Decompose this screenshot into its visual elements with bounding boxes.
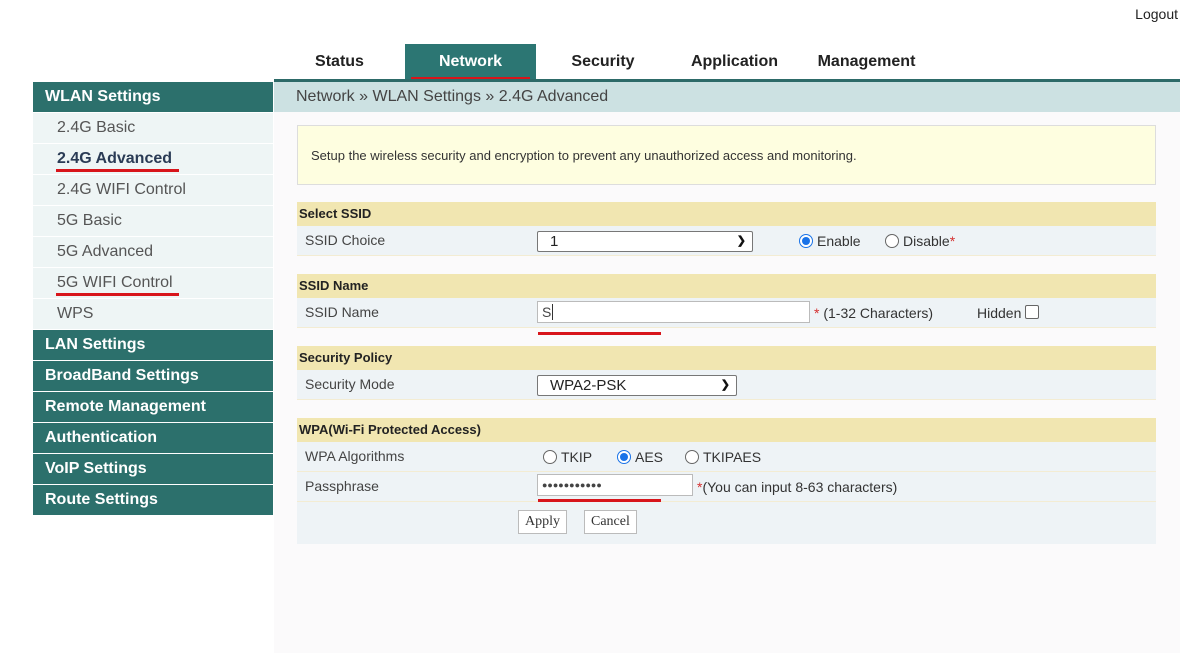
section-header-select-ssid: Select SSID xyxy=(297,202,1156,226)
passphrase-hint: *(You can input 8-63 characters) xyxy=(697,479,898,495)
sidebar-item-label: 5G Advanced xyxy=(57,243,154,260)
security-mode-value: WPA2-PSK xyxy=(550,377,627,394)
ssid-name-value: S xyxy=(542,304,552,320)
passphrase-value: ●●●●●●●●●●● xyxy=(542,480,602,490)
sidebar-section-authentication[interactable]: Authentication xyxy=(33,423,273,453)
hidden-checkbox[interactable] xyxy=(1025,305,1040,319)
security-mode-label: Security Mode xyxy=(305,376,395,392)
enable-radio[interactable] xyxy=(799,234,813,248)
sidebar-item-24g-basic[interactable]: 2.4G Basic xyxy=(33,113,273,143)
row-wpa-algorithms: WPA Algorithms TKIP AES TKIPAES xyxy=(297,442,1156,472)
chevron-down-icon: ❯ xyxy=(736,235,746,247)
highlight-underline xyxy=(56,169,179,172)
row-ssid-choice: SSID Choice 1 ❯ Enable Disable* xyxy=(297,226,1156,256)
disable-option[interactable]: Disable* xyxy=(885,226,955,256)
sidebar-item-5g-basic[interactable]: 5G Basic xyxy=(33,206,273,236)
passphrase-input[interactable]: ●●●●●●●●●●● xyxy=(537,474,693,496)
aes-label: AES xyxy=(635,449,664,465)
sidebar-section-wlan-settings[interactable]: WLAN Settings xyxy=(33,82,273,112)
text-cursor: ​ xyxy=(552,304,554,320)
sidebar-item-label: 2.4G WIFI Control xyxy=(57,181,186,198)
row-ssid-name: SSID Name S​ ** (1-32 Characters) (1-32 … xyxy=(297,298,1156,328)
ssid-choice-label: SSID Choice xyxy=(305,232,386,248)
sidebar-item-24g-wifi-control[interactable]: 2.4G WIFI Control xyxy=(33,175,273,205)
row-security-mode: Security Mode WPA2-PSK ❯ xyxy=(297,370,1156,400)
section-header-wpa: WPA(Wi-Fi Protected Access) xyxy=(297,418,1156,442)
disable-radio[interactable] xyxy=(885,234,899,248)
highlight-underline xyxy=(538,332,661,335)
form-actions: Apply Cancel xyxy=(297,502,1156,544)
sidebar: WLAN Settings 2.4G Basic 2.4G Advanced 2… xyxy=(33,82,273,516)
tab-network[interactable]: Network xyxy=(405,44,536,80)
wpa-algorithms-label: WPA Algorithms xyxy=(305,448,405,464)
sidebar-section-route-settings[interactable]: Route Settings xyxy=(33,485,273,515)
hidden-label: Hidden xyxy=(977,305,1022,321)
sidebar-section-voip-settings[interactable]: VoIP Settings xyxy=(33,454,273,484)
sidebar-item-label: 5G WIFI Control xyxy=(57,274,173,291)
passphrase-label: Passphrase xyxy=(305,478,379,494)
sidebar-section-lan-settings[interactable]: LAN Settings xyxy=(33,330,273,360)
ssid-name-hint: ** (1-32 Characters) (1-32 Characters) xyxy=(814,305,934,321)
tkip-radio[interactable] xyxy=(543,450,557,464)
tab-application[interactable]: Application xyxy=(670,44,799,80)
logout-link[interactable]: Logout xyxy=(1135,6,1178,22)
sidebar-item-24g-advanced[interactable]: 2.4G Advanced xyxy=(33,144,273,174)
tkipaes-label: TKIPAES xyxy=(703,449,762,465)
cancel-button[interactable]: Cancel xyxy=(584,510,637,534)
wlan-advanced-form: Select SSID SSID Choice 1 ❯ Enable Disab… xyxy=(297,202,1156,544)
section-header-ssid-name: SSID Name xyxy=(297,274,1156,298)
top-navigation: Status Network Security Application Mana… xyxy=(274,44,1180,82)
chevron-down-icon: ❯ xyxy=(720,379,730,391)
aes-option[interactable]: AES xyxy=(617,442,663,472)
ssid-choice-value: 1 xyxy=(550,233,559,250)
enable-option[interactable]: Enable xyxy=(799,226,861,256)
ssid-choice-select[interactable]: 1 ❯ xyxy=(537,231,753,252)
tab-security[interactable]: Security xyxy=(536,44,670,80)
sidebar-item-5g-advanced[interactable]: 5G Advanced xyxy=(33,237,273,267)
required-mark: * xyxy=(949,233,956,249)
sidebar-section-remote-management[interactable]: Remote Management xyxy=(33,392,273,422)
apply-button[interactable]: Apply xyxy=(518,510,567,534)
disable-label: Disable xyxy=(903,233,950,249)
row-passphrase: Passphrase ●●●●●●●●●●● *(You can input 8… xyxy=(297,472,1156,502)
sidebar-item-label: 5G Basic xyxy=(57,212,122,229)
sidebar-item-label: 2.4G Basic xyxy=(57,119,136,136)
main-content: Network » WLAN Settings » 2.4G Advanced … xyxy=(274,82,1180,653)
ssid-name-input[interactable]: S​ xyxy=(537,301,810,323)
tkipaes-radio[interactable] xyxy=(685,450,699,464)
sidebar-section-broadband-settings[interactable]: BroadBand Settings xyxy=(33,361,273,391)
sidebar-item-label: WPS xyxy=(57,305,94,322)
ssid-name-label: SSID Name xyxy=(305,304,379,320)
security-mode-select[interactable]: WPA2-PSK ❯ xyxy=(537,375,737,396)
tkipaes-option[interactable]: TKIPAES xyxy=(685,442,761,472)
highlight-underline xyxy=(56,293,179,296)
enable-label: Enable xyxy=(817,233,861,249)
info-box: Setup the wireless security and encrypti… xyxy=(297,125,1156,185)
tab-management[interactable]: Management xyxy=(799,44,934,80)
hidden-option[interactable]: Hidden xyxy=(977,298,1040,328)
tkip-option[interactable]: TKIP xyxy=(543,442,592,472)
section-header-security-policy: Security Policy xyxy=(297,346,1156,370)
sidebar-item-label: 2.4G Advanced xyxy=(57,150,173,167)
breadcrumb: Network » WLAN Settings » 2.4G Advanced xyxy=(274,82,1180,112)
aes-radio[interactable] xyxy=(617,450,631,464)
tkip-label: TKIP xyxy=(561,449,593,465)
sidebar-item-wps[interactable]: WPS xyxy=(33,299,273,329)
sidebar-item-5g-wifi-control[interactable]: 5G WIFI Control xyxy=(33,268,273,298)
tab-status[interactable]: Status xyxy=(274,44,405,80)
